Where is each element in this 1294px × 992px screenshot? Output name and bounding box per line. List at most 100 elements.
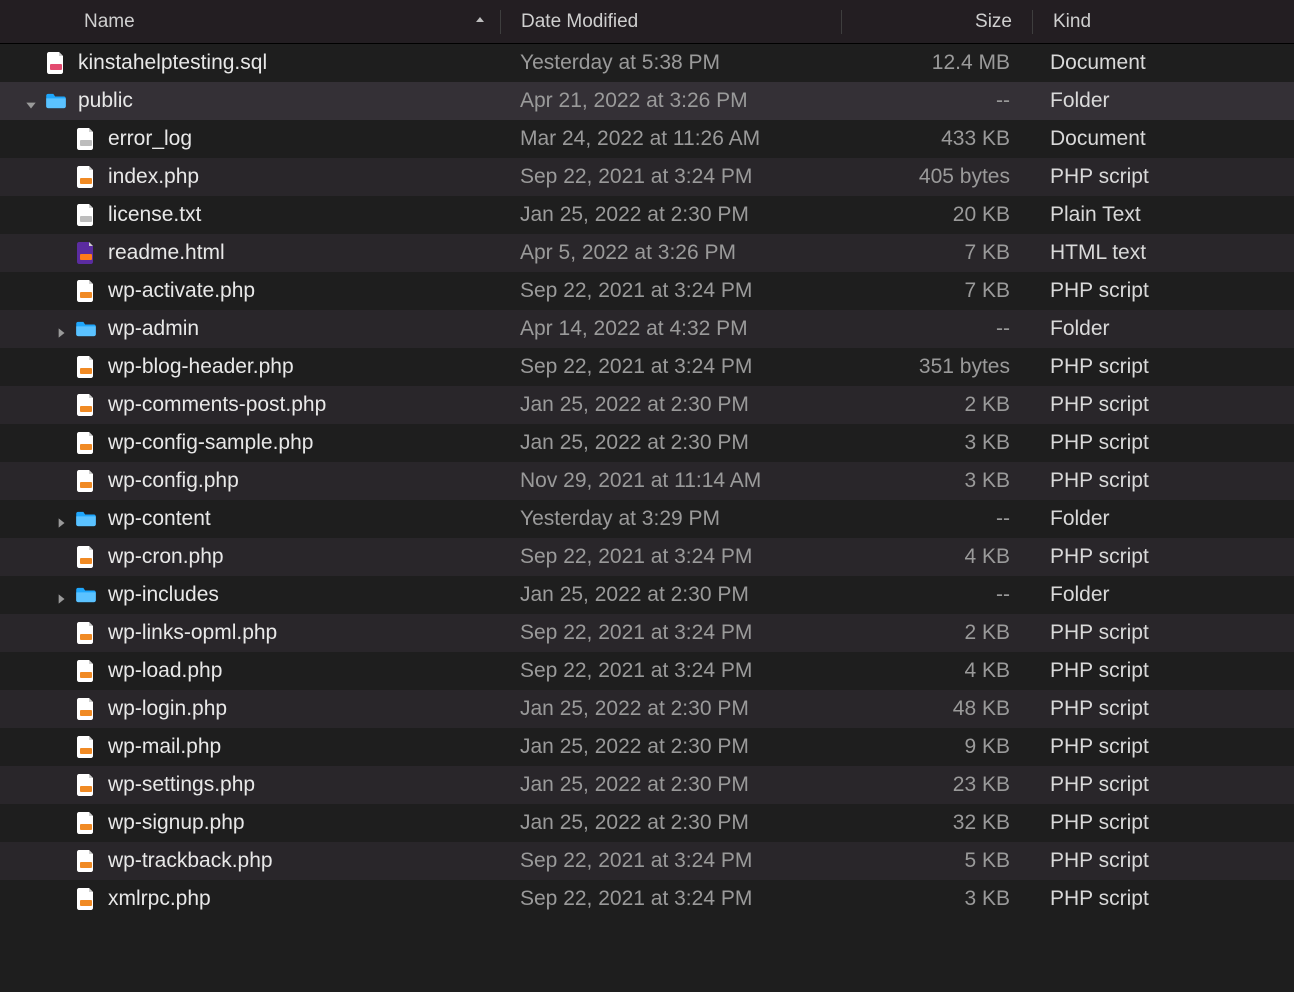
cell-kind: PHP script [1030,165,1294,189]
doc-file-icon [74,127,98,151]
file-name: wp-blog-header.php [108,355,294,379]
file-name: wp-login.php [108,697,227,721]
column-header-kind[interactable]: Kind [1033,11,1294,33]
file-name: kinstahelptesting.sql [78,51,267,75]
column-header-date-label: Date Modified [521,11,638,32]
cell-size: 23 KB [840,773,1030,797]
cell-kind: PHP script [1030,735,1294,759]
folder-icon [74,507,98,531]
file-row[interactable]: readme.htmlApr 5, 2022 at 3:26 PM7 KBHTM… [0,234,1294,272]
cell-kind: Document [1030,127,1294,151]
cell-name: error_log [0,127,500,151]
column-header-date[interactable]: Date Modified [501,11,841,33]
file-row[interactable]: wp-mail.php Jan 25, 2022 at 2:30 PM9 KBPH… [0,728,1294,766]
cell-date-modified: Yesterday at 5:38 PM [500,51,840,75]
file-row[interactable]: wp-cron.phpSep 22, 2021 at 3:24 PM4 KBPH… [0,538,1294,576]
cell-size: 3 KB [840,431,1030,455]
folder-row[interactable]: publicApr 21, 2022 at 3:26 PM--Folder [0,82,1294,120]
file-row[interactable]: wp-config.phpNov 29, 2021 at 11:14 AM3 K… [0,462,1294,500]
php-file-icon [74,469,98,493]
file-row[interactable]: wp-activate.phpSep 22, 2021 at 3:24 PM7 … [0,272,1294,310]
cell-size: 3 KB [840,887,1030,911]
file-row[interactable]: wp-load.phpSep 22, 2021 at 3:24 PM4 KBPH… [0,652,1294,690]
file-name: wp-config-sample.php [108,431,313,455]
cell-name: wp-comments-post.php [0,393,500,417]
disclosure-toggle[interactable] [0,94,44,108]
php-file-icon [74,887,98,911]
php-file-icon [74,279,98,303]
php-file-icon [74,849,98,873]
folder-row[interactable]: wp-contentYesterday at 3:29 PM--Folder [0,500,1294,538]
file-row[interactable]: wp-blog-header.php Sep 22, 2021 at 3:24 P… [0,348,1294,386]
column-header-name-label: Name [84,11,135,33]
cell-name: public [0,89,500,113]
cell-name: wp-config-sample.php [0,431,500,455]
disclosure-toggle[interactable] [0,588,74,602]
file-row[interactable]: wp-login.php Jan 25, 2022 at 2:30 PM48 KB… [0,690,1294,728]
file-row[interactable]: wp-trackback.phpSep 22, 2021 at 3:24 PM5… [0,842,1294,880]
file-name: index.php [108,165,199,189]
cell-size: -- [840,583,1030,607]
cell-date-modified: Sep 22, 2021 at 3:24 PM [500,279,840,303]
file-name: license.txt [108,203,201,227]
file-row[interactable]: kinstahelptesting.sql Yesterday at 5:38 P… [0,44,1294,82]
cell-date-modified: Apr 21, 2022 at 3:26 PM [500,89,840,113]
cell-name: xmlrpc.php [0,887,500,911]
file-name: wp-signup.php [108,811,245,835]
cell-size: 2 KB [840,393,1030,417]
cell-date-modified: Sep 22, 2021 at 3:24 PM [500,849,840,873]
column-header-size[interactable]: Size [842,11,1032,33]
file-name: wp-settings.php [108,773,255,797]
cell-date-modified: Jan 25, 2022 at 2:30 PM [500,811,840,835]
column-header-size-label: Size [975,11,1012,32]
file-row[interactable]: wp-links-opml.phpSep 22, 2021 at 3:24 PM… [0,614,1294,652]
cell-date-modified: Jan 25, 2022 at 2:30 PM [500,431,840,455]
file-row[interactable]: error_logMar 24, 2022 at 11:26 AM433 KBD… [0,120,1294,158]
file-name: wp-links-opml.php [108,621,277,645]
sort-ascending-icon [474,13,486,31]
column-header-row: Name Date Modified Size Kind [0,0,1294,44]
cell-kind: Plain Text [1030,203,1294,227]
cell-kind: PHP script [1030,697,1294,721]
file-row[interactable]: wp-signup.phpJan 25, 2022 at 2:30 PM32 K… [0,804,1294,842]
file-name: error_log [108,127,192,151]
folder-row[interactable]: wp-adminApr 14, 2022 at 4:32 PM--Folder [0,310,1294,348]
disclosure-toggle[interactable] [0,512,74,526]
cell-name: wp-cron.php [0,545,500,569]
cell-date-modified: Jan 25, 2022 at 2:30 PM [500,697,840,721]
file-row[interactable]: license.txtJan 25, 2022 at 2:30 PM20 KBP… [0,196,1294,234]
cell-name: kinstahelptesting.sql [0,51,500,75]
cell-date-modified: Apr 14, 2022 at 4:32 PM [500,317,840,341]
cell-kind: PHP script [1030,279,1294,303]
cell-size: 351 bytes [840,355,1030,379]
cell-kind: PHP script [1030,545,1294,569]
file-row[interactable]: index.phpSep 22, 2021 at 3:24 PM405 byte… [0,158,1294,196]
folder-icon [74,317,98,341]
cell-date-modified: Sep 22, 2021 at 3:24 PM [500,545,840,569]
cell-date-modified: Jan 25, 2022 at 2:30 PM [500,735,840,759]
cell-size: 12.4 MB [840,51,1030,75]
cell-name: wp-blog-header.php [0,355,500,379]
column-header-name[interactable]: Name [0,11,500,33]
cell-size: 48 KB [840,697,1030,721]
file-row[interactable]: wp-comments-post.phpJan 25, 2022 at 2:30… [0,386,1294,424]
cell-kind: Document [1030,51,1294,75]
file-name: wp-mail.php [108,735,221,759]
php-file-icon [74,431,98,455]
cell-size: 405 bytes [840,165,1030,189]
cell-date-modified: Sep 22, 2021 at 3:24 PM [500,355,840,379]
file-row[interactable]: wp-settings.phpJan 25, 2022 at 2:30 PM23… [0,766,1294,804]
cell-name: wp-links-opml.php [0,621,500,645]
file-row[interactable]: xmlrpc.phpSep 22, 2021 at 3:24 PM3 KBPHP… [0,880,1294,918]
cell-size: 5 KB [840,849,1030,873]
php-file-icon [74,165,98,189]
php-file-icon [74,659,98,683]
folder-row[interactable]: wp-includesJan 25, 2022 at 2:30 PM--Fold… [0,576,1294,614]
cell-name: wp-admin [0,317,500,341]
chevron-right-icon [54,512,68,526]
file-name: public [78,89,133,113]
cell-size: 9 KB [840,735,1030,759]
file-row[interactable]: wp-config-sample.php Jan 25, 2022 at 2:30… [0,424,1294,462]
disclosure-toggle[interactable] [0,322,74,336]
cell-size: -- [840,89,1030,113]
